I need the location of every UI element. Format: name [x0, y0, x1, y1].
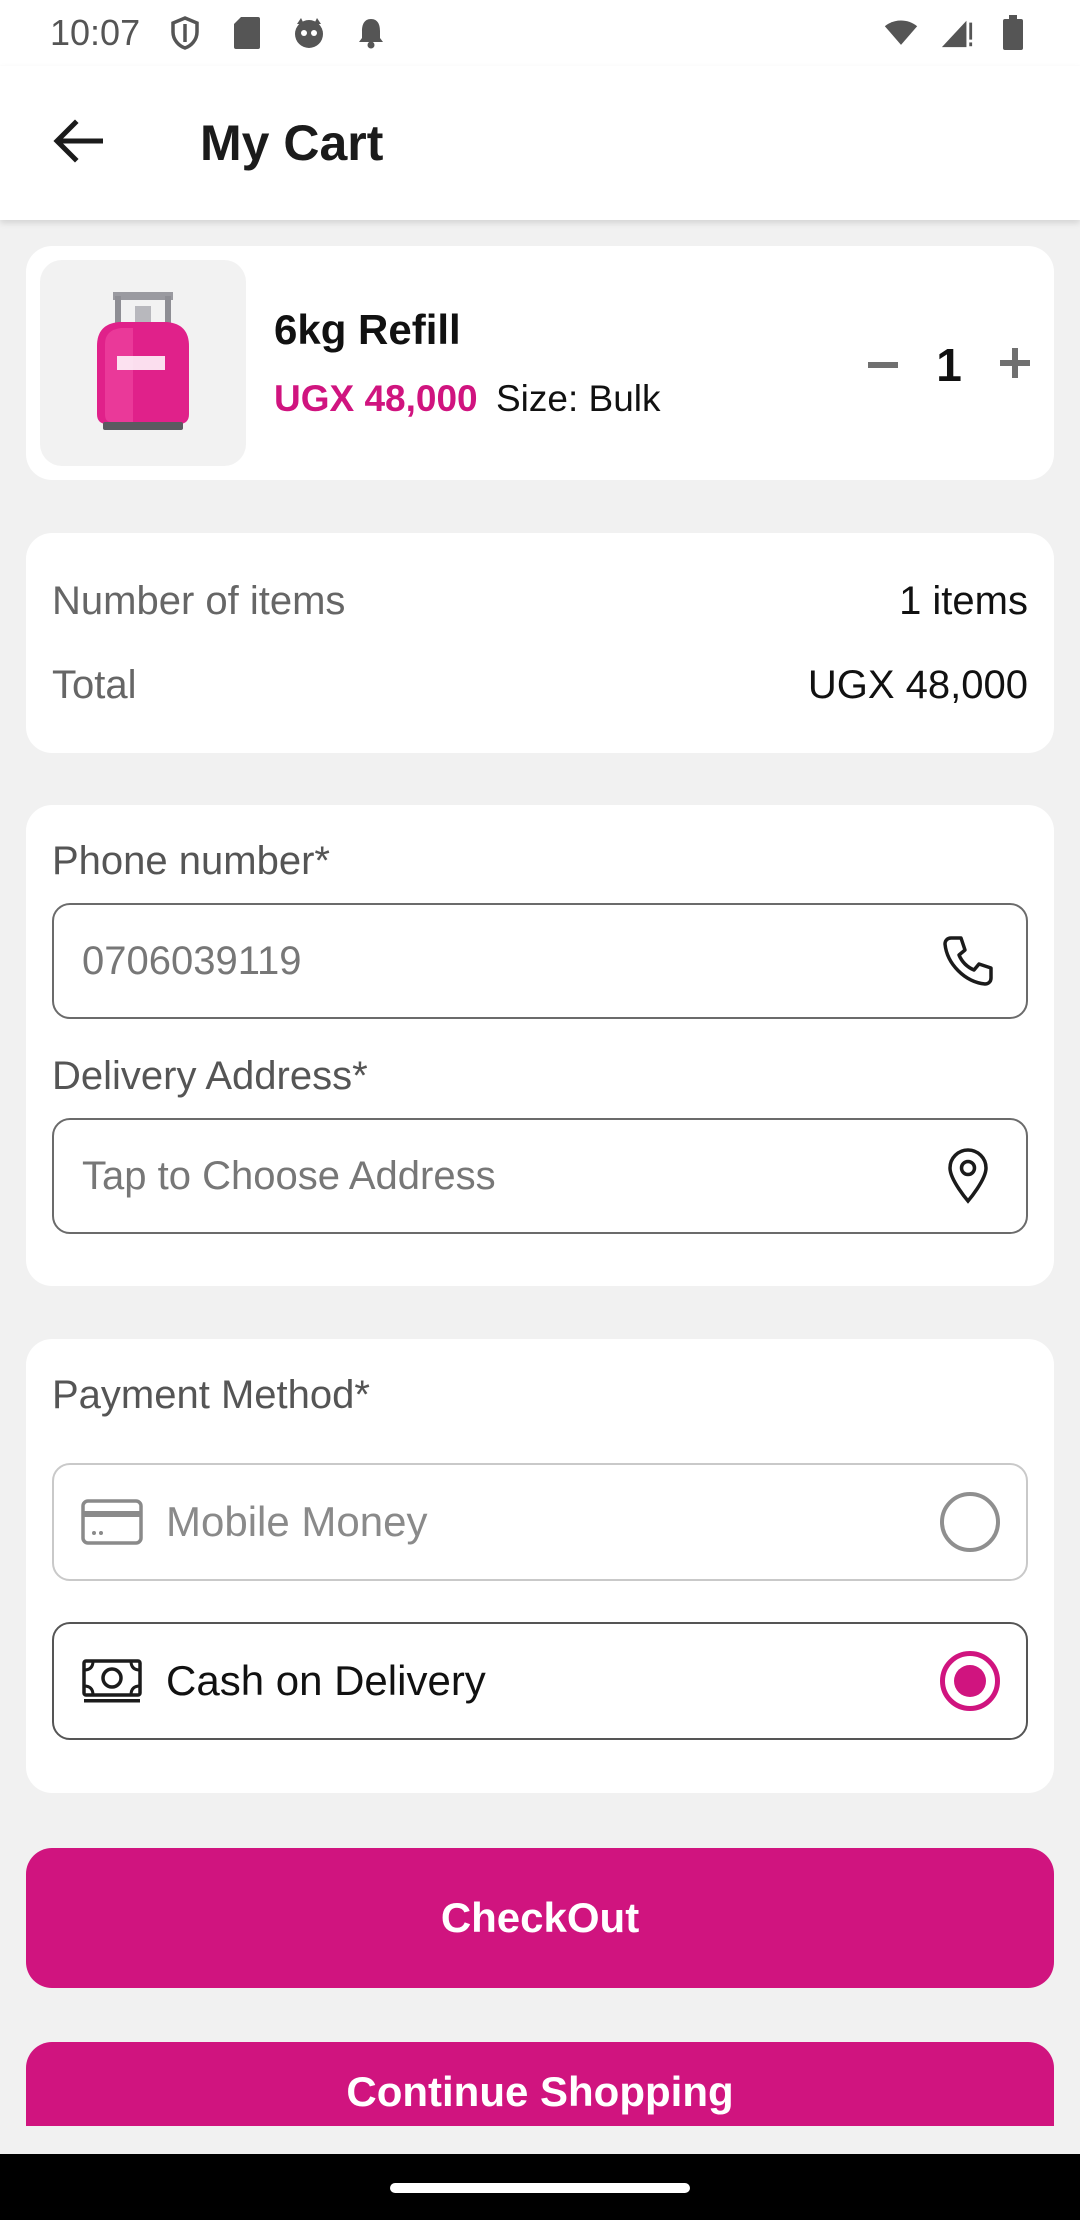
bell-icon	[354, 16, 388, 50]
quantity-value: 1	[936, 339, 962, 391]
payment-method-card: Payment Method* Mobile Money Cash on Del…	[26, 1339, 1054, 1793]
phone-input[interactable]	[82, 938, 938, 984]
continue-shopping-button[interactable]: Continue Shopping	[26, 2042, 1054, 2126]
minus-icon	[868, 356, 898, 374]
total-label: Total	[52, 663, 137, 707]
cash-icon	[80, 1651, 144, 1711]
payment-option-cash-on-delivery[interactable]: Cash on Delivery	[52, 1622, 1028, 1740]
address-field[interactable]	[52, 1118, 1028, 1234]
phone-field[interactable]	[52, 903, 1028, 1019]
wifi-icon	[884, 16, 918, 50]
items-count-label: Number of items	[52, 579, 346, 623]
phone-icon	[938, 931, 998, 991]
shield-icon	[168, 16, 202, 50]
app-bar: My Cart	[0, 66, 1080, 220]
radio-selected-dot	[954, 1665, 986, 1697]
credit-card-icon	[80, 1492, 144, 1552]
delivery-details-card: Phone number* Delivery Address*	[26, 805, 1054, 1286]
product-size: Size: Bulk	[496, 378, 661, 419]
sd-card-icon	[230, 16, 264, 50]
product-price: UGX 48,000	[274, 378, 478, 419]
status-bar: 10:07	[0, 0, 1080, 66]
radio-cash-on-delivery[interactable]	[940, 1651, 1000, 1711]
payment-method-label: Payment Method*	[52, 1373, 370, 1417]
back-button[interactable]	[38, 103, 118, 183]
order-summary-card: Number of items 1 items Total UGX 48,000	[26, 533, 1054, 753]
total-row: Total UGX 48,000	[52, 663, 1028, 708]
product-image[interactable]	[40, 260, 246, 466]
cart-item-card: 6kg Refill UGX 48,000 Size: Bulk 1	[26, 246, 1054, 480]
phone-label: Phone number*	[52, 839, 330, 883]
payment-option-mobile-money[interactable]: Mobile Money	[52, 1463, 1028, 1581]
increase-quantity-button[interactable]	[988, 338, 1042, 392]
home-gesture-handle[interactable]	[390, 2183, 690, 2193]
cat-face-icon	[292, 16, 326, 50]
radio-mobile-money[interactable]	[940, 1492, 1000, 1552]
continue-shopping-label: Continue Shopping	[346, 2068, 734, 2115]
payment-option-label: Mobile Money	[166, 1498, 428, 1545]
address-label: Delivery Address*	[52, 1054, 368, 1098]
arrow-left-icon	[53, 118, 104, 168]
items-count-value: 1 items	[899, 579, 1028, 623]
items-count-row: Number of items 1 items	[52, 579, 1028, 624]
system-navigation-bar	[0, 2154, 1080, 2220]
plus-icon	[1000, 347, 1030, 383]
total-value: UGX 48,000	[807, 663, 1028, 707]
gas-cylinder-icon	[83, 286, 203, 441]
map-pin-icon	[938, 1146, 998, 1206]
address-input[interactable]	[82, 1153, 938, 1199]
status-time: 10:07	[50, 12, 141, 53]
product-name: 6kg Refill	[274, 306, 461, 353]
decrease-quantity-button[interactable]	[856, 338, 910, 392]
checkout-button[interactable]: CheckOut	[26, 1848, 1054, 1988]
continue-shopping-container: Continue Shopping	[0, 2042, 1080, 2126]
page-title: My Cart	[200, 115, 384, 171]
battery-icon	[996, 15, 1030, 50]
signal-icon	[940, 16, 974, 50]
payment-option-label: Cash on Delivery	[166, 1657, 486, 1704]
